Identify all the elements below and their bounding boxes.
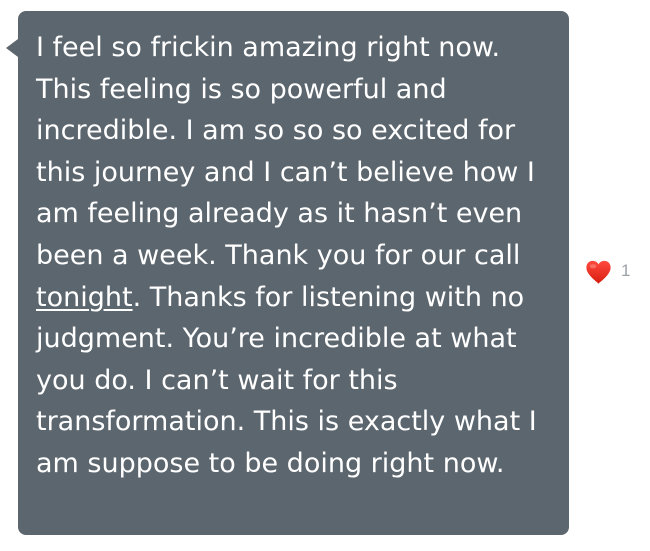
message-bubble[interactable]: I feel so frickin amazing right now. Thi…: [18, 11, 569, 535]
reaction-count: 1: [621, 260, 631, 280]
reaction-badge[interactable]: 1: [585, 259, 630, 285]
bubble-tail: [6, 39, 18, 57]
chat-view: I feel so frickin amazing right now. Thi…: [0, 0, 650, 551]
message-text: I feel so frickin amazing right now. Thi…: [36, 27, 557, 485]
message-text-before: I feel so frickin amazing right now. Thi…: [36, 32, 535, 271]
message-bubble-container: I feel so frickin amazing right now. Thi…: [6, 11, 569, 535]
message-link-tonight[interactable]: tonight: [36, 282, 133, 313]
heart-icon[interactable]: [585, 259, 612, 285]
